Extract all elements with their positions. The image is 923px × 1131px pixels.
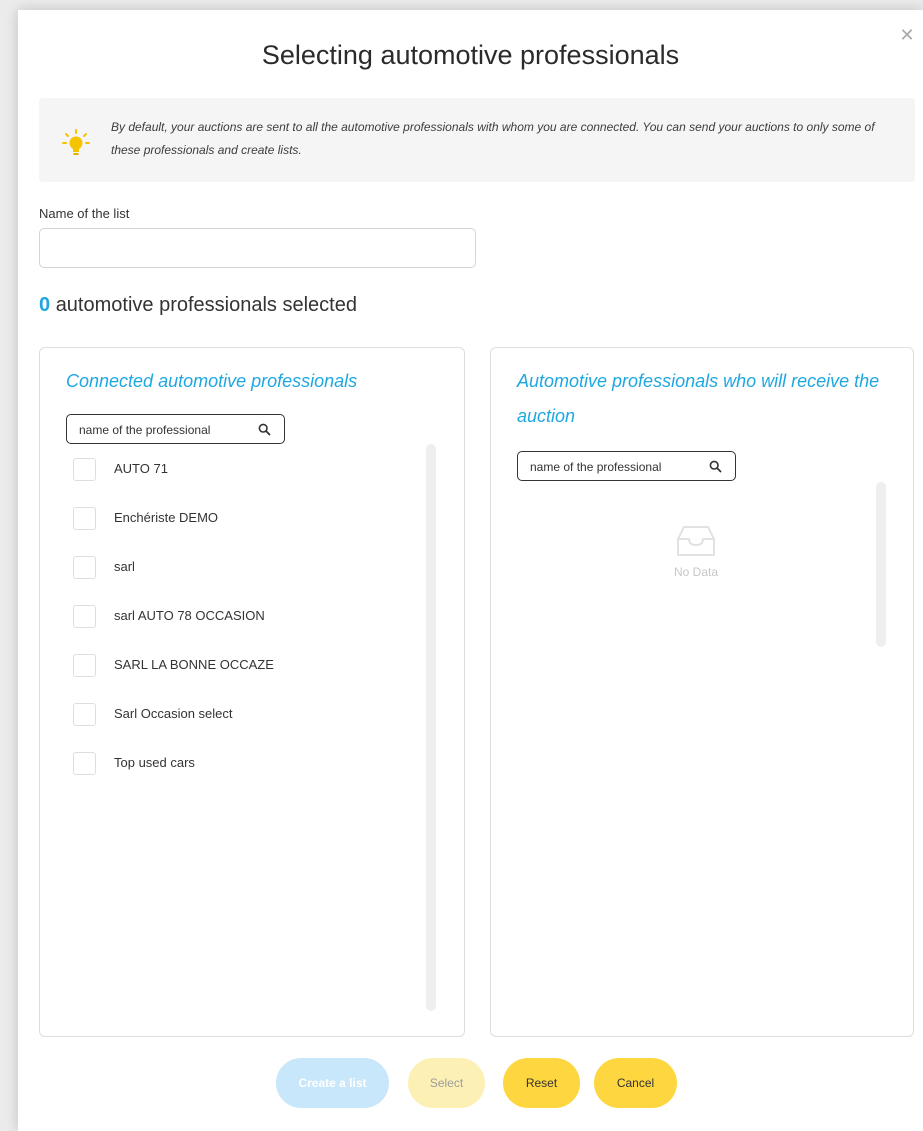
search-icon[interactable] (709, 460, 722, 473)
selection-modal: ✕ Selecting automotive professionals By … (18, 10, 923, 1131)
list-item[interactable]: Top used cars (73, 744, 413, 793)
receiving-list-scrollbar[interactable] (876, 482, 886, 647)
modal-title: Selecting automotive professionals (261, 40, 680, 70)
empty-text: No Data (673, 565, 719, 579)
item-label: sarl (114, 559, 135, 574)
list-item[interactable]: AUTO 71 (73, 450, 413, 499)
receiving-professionals-panel: Automotive professionals who will receiv… (490, 347, 914, 1037)
empty-inbox-icon (677, 526, 715, 556)
item-label: sarl AUTO 78 OCCASION (114, 608, 265, 623)
connected-professionals-panel: Connected automotive professionals AUTO … (39, 347, 465, 1037)
lightbulb-icon (62, 129, 90, 155)
item-checkbox[interactable] (73, 752, 96, 775)
item-checkbox[interactable] (73, 507, 96, 530)
receiving-panel-title: Automotive professionals who will receiv… (517, 371, 880, 426)
selected-count-text: automotive professionals selected (55, 294, 357, 316)
list-item[interactable]: sarl (73, 548, 413, 597)
empty-state: No Data (641, 523, 751, 579)
item-checkbox[interactable] (73, 703, 96, 726)
item-checkbox[interactable] (73, 605, 96, 628)
selected-count: 0 automotive professionals selected (39, 294, 357, 317)
item-label: AUTO 71 (114, 461, 168, 476)
connected-search-box[interactable] (66, 414, 285, 444)
item-label: SARL LA BONNE OCCAZE (114, 657, 274, 672)
list-item[interactable]: Sarl Occasion select (73, 695, 413, 744)
select-button[interactable]: Select (408, 1058, 485, 1108)
receiving-search-box[interactable] (517, 451, 736, 481)
search-icon[interactable] (258, 423, 271, 436)
connected-panel-title: Connected automotive professionals (66, 371, 358, 391)
list-item[interactable]: SARL LA BONNE OCCAZE (73, 646, 413, 695)
item-checkbox[interactable] (73, 556, 96, 579)
list-item[interactable]: sarl AUTO 78 OCCASION (73, 597, 413, 646)
list-name-input[interactable] (39, 228, 476, 268)
item-label: Sarl Occasion select (114, 706, 233, 721)
cancel-button[interactable]: Cancel (594, 1058, 677, 1108)
list-item[interactable]: Enchériste DEMO (73, 499, 413, 548)
item-checkbox[interactable] (73, 458, 96, 481)
selected-count-number: 0 (39, 294, 51, 316)
item-label: Top used cars (114, 755, 195, 770)
info-text: By default, your auctions are sent to al… (111, 120, 875, 157)
item-label: Enchériste DEMO (114, 510, 219, 525)
reset-button[interactable]: Reset (503, 1058, 580, 1108)
connected-list-scrollbar[interactable] (426, 444, 436, 1011)
info-box: By default, your auctions are sent to al… (39, 98, 915, 182)
list-name-label: Name of the list (39, 206, 130, 221)
connected-professionals-list: AUTO 71 Enchériste DEMO sarl sarl AUTO 7… (73, 450, 413, 793)
item-checkbox[interactable] (73, 654, 96, 677)
receiving-search-input[interactable] (530, 458, 698, 476)
connected-search-input[interactable] (79, 421, 247, 439)
create-list-button[interactable]: Create a list (276, 1058, 389, 1108)
